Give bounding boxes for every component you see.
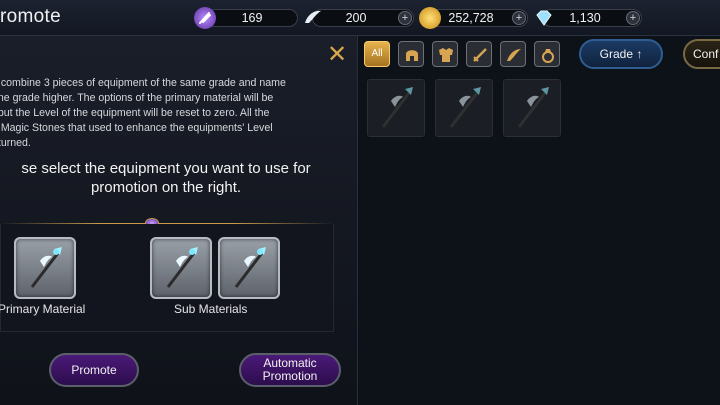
description-line: , but the Level of the equipment will be… <box>0 107 270 119</box>
armor-icon <box>439 48 453 62</box>
wing-icon <box>507 49 521 61</box>
spear-item-icon <box>234 247 266 288</box>
filter-weapon-button[interactable] <box>466 41 492 67</box>
sword-icon <box>473 48 487 62</box>
confirm-button[interactable]: Conf <box>683 39 720 69</box>
spear-item-icon <box>381 87 413 128</box>
promote-description: o combine 3 pieces of equipment of the s… <box>0 76 342 151</box>
sub-material-slot-2[interactable] <box>218 237 280 299</box>
filter-wing-button[interactable] <box>500 41 526 67</box>
filter-armor-button[interactable] <box>432 41 458 67</box>
description-line: d Magic Stones that used to enhance the … <box>0 122 273 134</box>
top-bar: romote 169 200 + 252,728 + 1,130 + <box>0 0 720 36</box>
resource-value: 1,130 <box>569 11 601 25</box>
add-wings-button[interactable]: + <box>398 11 412 25</box>
add-gold-button[interactable]: + <box>512 11 526 25</box>
filter-helmet-button[interactable] <box>398 41 424 67</box>
spear-item-icon <box>166 247 198 288</box>
promote-button[interactable]: Promote <box>49 353 139 387</box>
primary-material-slot[interactable] <box>14 237 76 299</box>
spear-item-icon <box>517 87 549 128</box>
spear-item-icon <box>449 87 481 128</box>
purple-feather-icon <box>194 7 216 29</box>
promote-button-label: Promote <box>71 362 117 377</box>
description-line: one grade higher. The options of the pri… <box>0 92 274 104</box>
inventory-item-2[interactable] <box>435 79 493 137</box>
resource-value: 252,728 <box>448 11 494 25</box>
resource-value: 200 <box>345 11 367 25</box>
diamond-icon <box>533 7 555 29</box>
button-label-line: Promotion <box>262 369 318 383</box>
primary-material-label: Primary Material <box>0 302 86 316</box>
spear-item-icon <box>30 247 62 288</box>
resource-value: 169 <box>241 11 263 25</box>
promote-instruction: se select the equipment you want to use … <box>0 159 336 197</box>
close-icon[interactable]: ✕ <box>326 43 348 67</box>
ring-icon <box>542 49 554 63</box>
description-line: eturned. <box>0 137 31 149</box>
inventory-item-3[interactable] <box>503 79 561 137</box>
instruction-line: se select the equipment you want to use … <box>21 160 311 177</box>
inventory-item-1[interactable] <box>367 79 425 137</box>
resource-feathers: 169 <box>206 9 298 27</box>
sub-material-slot-1[interactable] <box>150 237 212 299</box>
helmet-icon <box>406 50 418 61</box>
sub-materials-label: Sub Materials <box>174 302 248 316</box>
instruction-line: promotion on the right. <box>90 179 242 196</box>
description-line: o combine 3 pieces of equipment of the s… <box>0 77 286 89</box>
filter-all-button[interactable]: All <box>364 41 390 67</box>
page-title: romote <box>0 6 61 27</box>
white-wing-icon <box>302 7 324 29</box>
filter-ring-button[interactable] <box>534 41 560 67</box>
filter-label: All <box>371 48 383 59</box>
gold-coin-icon <box>419 7 441 29</box>
sort-grade-button[interactable]: Grade ↑ <box>579 39 663 69</box>
add-diamonds-button[interactable]: + <box>626 11 640 25</box>
automatic-promotion-button[interactable]: Automatic Promotion <box>239 353 341 387</box>
